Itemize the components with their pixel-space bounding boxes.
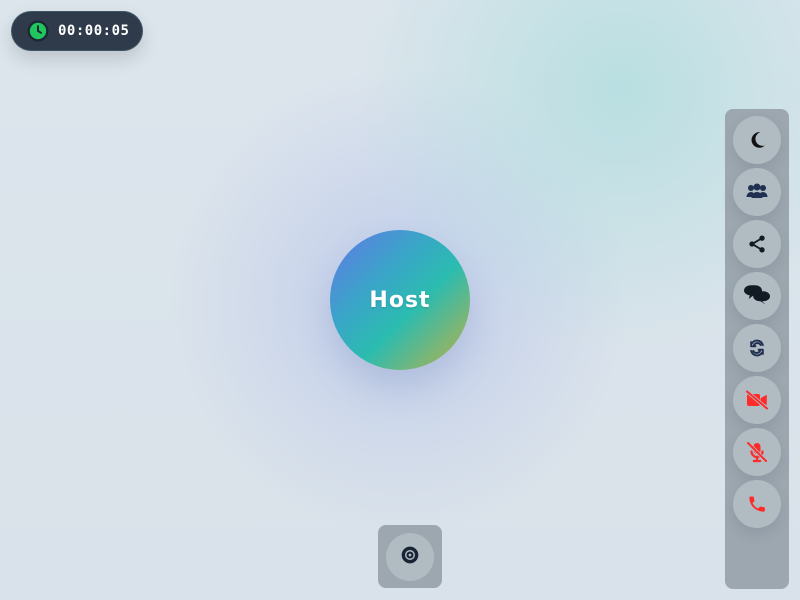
participants-button[interactable] bbox=[733, 168, 781, 216]
refresh-icon bbox=[747, 338, 767, 358]
call-duration: 00:00:05 bbox=[58, 23, 130, 39]
theme-toggle-button[interactable] bbox=[733, 116, 781, 164]
chat-icon bbox=[742, 284, 772, 308]
record-icon bbox=[400, 545, 420, 569]
record-button[interactable] bbox=[386, 532, 434, 581]
switch-camera-button[interactable] bbox=[733, 324, 781, 372]
host-label: Host bbox=[369, 287, 431, 313]
phone-icon bbox=[747, 494, 767, 514]
mic-off-icon bbox=[745, 440, 769, 464]
call-timer: 00:00:05 bbox=[11, 11, 143, 51]
share-icon bbox=[747, 234, 767, 254]
share-button[interactable] bbox=[733, 220, 781, 268]
bottom-control-panel bbox=[378, 525, 442, 588]
call-controls-panel bbox=[725, 109, 789, 589]
mic-toggle-button[interactable] bbox=[733, 428, 781, 476]
host-avatar: Host bbox=[330, 230, 470, 370]
end-call-button[interactable] bbox=[733, 480, 781, 528]
clock-icon bbox=[26, 19, 50, 43]
chat-button[interactable] bbox=[733, 272, 781, 320]
moon-icon bbox=[746, 129, 768, 151]
camera-toggle-button[interactable] bbox=[733, 376, 781, 424]
users-icon bbox=[745, 182, 769, 202]
video-off-icon bbox=[745, 390, 769, 410]
